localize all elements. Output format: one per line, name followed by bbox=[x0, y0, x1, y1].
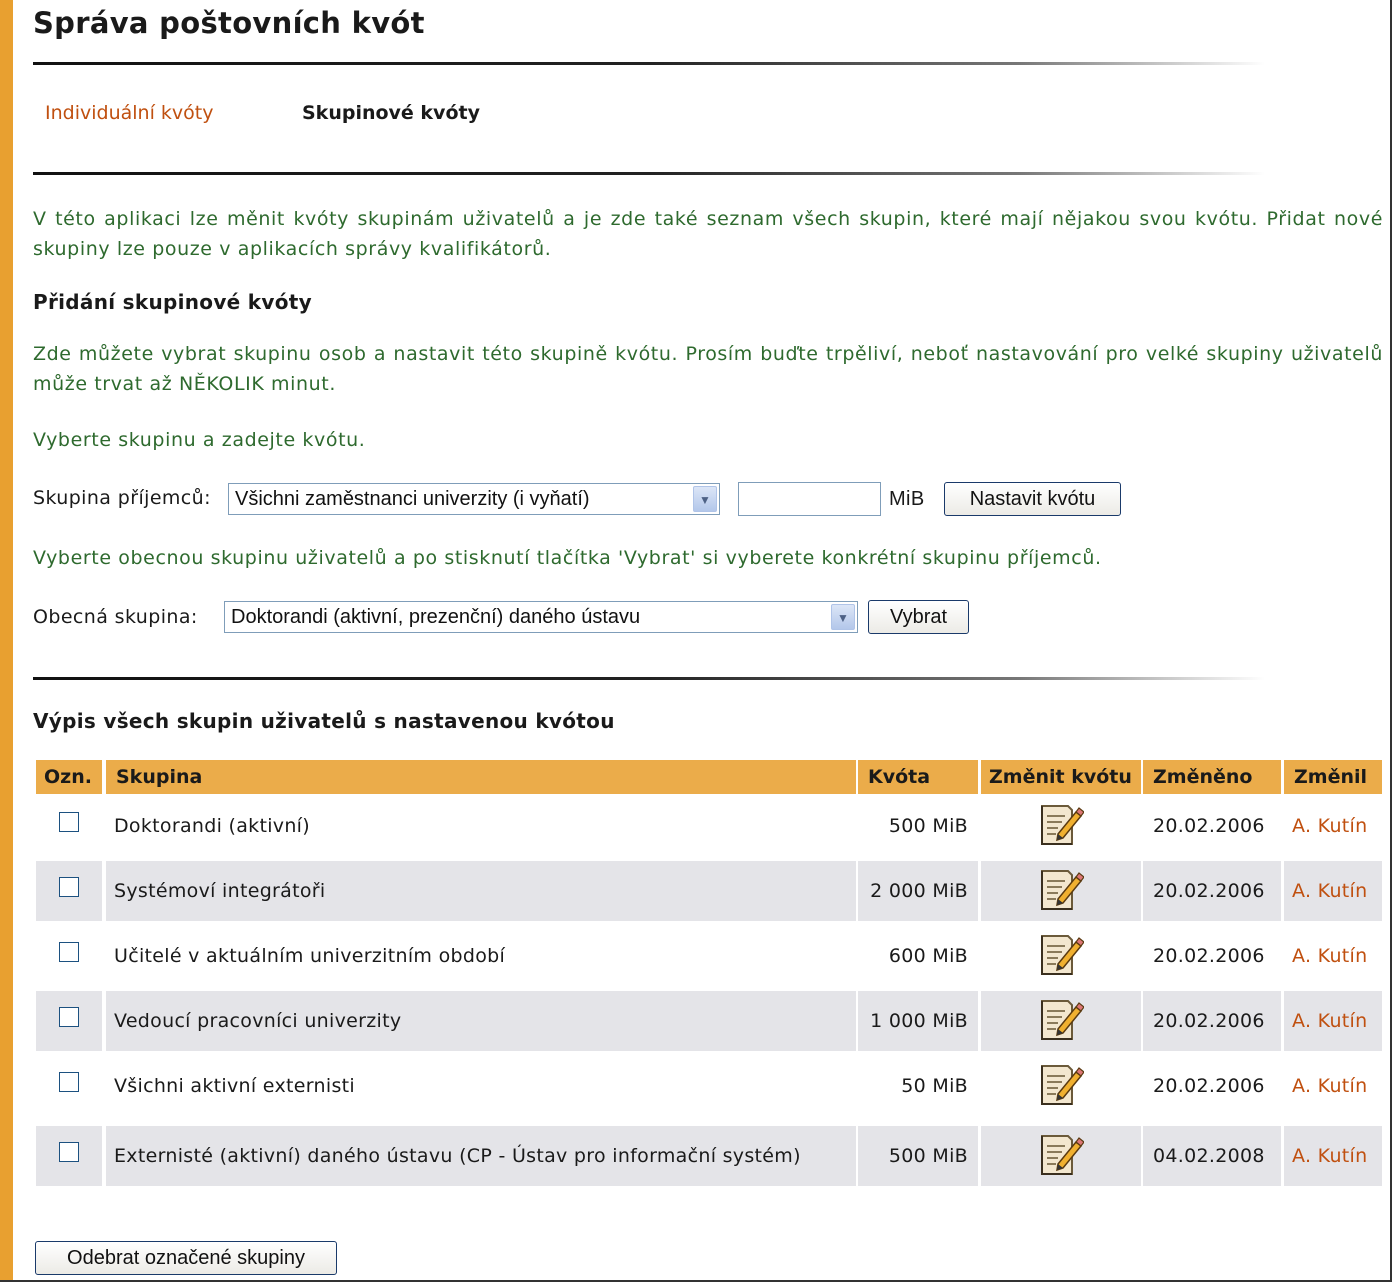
changed-by-cell[interactable]: A. Kutín bbox=[1284, 796, 1382, 856]
changed-by-cell[interactable]: A. Kutín bbox=[1284, 926, 1382, 986]
left-accent-bar bbox=[0, 0, 13, 1282]
mark-cell bbox=[36, 926, 102, 986]
tab-group-quotas[interactable]: Skupinové kvóty bbox=[302, 102, 480, 124]
row-select-checkbox[interactable] bbox=[59, 1072, 79, 1092]
edit-cell bbox=[981, 1056, 1141, 1116]
quota-cell: 50 MiB bbox=[901, 1075, 968, 1097]
row-select-checkbox[interactable] bbox=[59, 942, 79, 962]
add-section-instruction: Vyberte skupinu a zadejte kvótu. bbox=[33, 429, 366, 451]
row-select-checkbox[interactable] bbox=[59, 812, 79, 832]
add-section-heading: Přidání skupinové kvóty bbox=[33, 290, 312, 314]
group-cell: Systémoví integrátoři bbox=[106, 861, 856, 921]
chevron-down-icon[interactable]: ▼ bbox=[693, 486, 717, 512]
general-group-selected: Doktorandi (aktivní, prezenční) daného ú… bbox=[231, 606, 641, 628]
changed-date-cell: 20.02.2006 bbox=[1153, 945, 1265, 967]
changed-date-cell: 20.02.2006 bbox=[1143, 861, 1281, 921]
divider bbox=[33, 677, 1265, 680]
changed-date-cell: 20.02.2006 bbox=[1153, 1075, 1265, 1097]
remove-selected-groups-button[interactable]: Odebrat označené skupiny bbox=[35, 1241, 337, 1275]
table-row: Vedoucí pracovníci univerzity 1 000 MiB 20… bbox=[36, 991, 1382, 1051]
edit-note-icon[interactable] bbox=[1038, 865, 1084, 913]
mark-cell bbox=[36, 1126, 102, 1186]
column-header-changed: Změněno bbox=[1143, 760, 1281, 794]
quota-cell: 2 000 MiB bbox=[858, 861, 978, 921]
edit-cell bbox=[981, 926, 1141, 986]
tab-individual-quotas[interactable]: Individuální kvóty bbox=[45, 102, 213, 124]
general-group-label: Obecná skupina: bbox=[33, 606, 198, 628]
edit-note-icon[interactable] bbox=[1038, 930, 1084, 978]
table-row: Systémoví integrátoři 2 000 MiB 20.02.2006… bbox=[36, 861, 1382, 921]
changed-date-cell: 20.02.2006 bbox=[1153, 815, 1265, 837]
edit-cell bbox=[981, 796, 1141, 856]
mark-cell bbox=[36, 991, 102, 1051]
general-group-select[interactable]: Doktorandi (aktivní, prezenční) daného ú… bbox=[224, 601, 858, 633]
edit-note-icon[interactable] bbox=[1038, 995, 1084, 1043]
column-header-change-quota: Změnit kvótu bbox=[981, 760, 1141, 794]
row-select-checkbox[interactable] bbox=[59, 877, 79, 897]
quota-cell: 500 MiB bbox=[888, 815, 968, 837]
add-section-description: Zde můžete vybrat skupinu osob a nastavi… bbox=[33, 343, 1383, 395]
changed-date-cell: 04.02.2008 bbox=[1143, 1126, 1281, 1186]
quota-cell: 1 000 MiB bbox=[858, 991, 978, 1051]
quota-unit: MiB bbox=[889, 488, 925, 510]
group-cell: Učitelé v aktuálním univerzitním období bbox=[114, 945, 506, 967]
changed-by-cell[interactable]: A. Kutín bbox=[1284, 861, 1382, 921]
recipient-group-selected: Všichni zaměstnanci univerzity (i vyňatí… bbox=[235, 488, 590, 510]
edit-cell bbox=[981, 991, 1141, 1051]
edit-cell bbox=[981, 861, 1141, 921]
table-row: Externisté (aktivní) daného ústavu (CP -… bbox=[36, 1126, 1382, 1186]
changed-by-cell[interactable]: A. Kutín bbox=[1284, 991, 1382, 1051]
list-section-heading: Výpis všech skupin uživatelů s nastaveno… bbox=[33, 709, 615, 733]
general-group-instruction: Vyberte obecnou skupinu uživatelů a po s… bbox=[33, 547, 1102, 569]
intro-text: V této aplikaci lze měnit kvóty skupinám… bbox=[33, 208, 1383, 260]
group-cell: Vedoucí pracovníci univerzity bbox=[106, 991, 856, 1051]
edit-note-icon[interactable] bbox=[1038, 1130, 1084, 1178]
select-button[interactable]: Vybrat bbox=[868, 600, 969, 634]
recipient-group-label: Skupina příjemců: bbox=[33, 487, 211, 509]
column-header-changed-by: Změnil bbox=[1284, 760, 1382, 794]
changed-by-cell[interactable]: A. Kutín bbox=[1284, 1126, 1382, 1186]
mark-cell bbox=[36, 796, 102, 856]
mark-cell bbox=[36, 1056, 102, 1116]
quota-cell: 500 MiB bbox=[858, 1126, 978, 1186]
quota-cell: 600 MiB bbox=[888, 945, 968, 967]
divider bbox=[33, 62, 1265, 65]
group-cell: Doktorandi (aktivní) bbox=[114, 815, 310, 837]
divider bbox=[33, 172, 1265, 175]
table-row: Učitelé v aktuálním univerzitním období 6… bbox=[36, 926, 1382, 986]
edit-note-icon[interactable] bbox=[1038, 800, 1084, 848]
row-select-checkbox[interactable] bbox=[59, 1007, 79, 1027]
edit-note-icon[interactable] bbox=[1038, 1060, 1084, 1108]
changed-by-cell[interactable]: A. Kutín bbox=[1284, 1056, 1382, 1116]
table-row: Doktorandi (aktivní) 500 MiB 20.02.2006 A. … bbox=[36, 796, 1382, 856]
column-header-quota: Kvóta bbox=[858, 760, 978, 794]
group-cell: Externisté (aktivní) daného ústavu (CP -… bbox=[106, 1126, 856, 1186]
column-header-group: Skupina bbox=[106, 760, 856, 794]
chevron-down-icon[interactable]: ▼ bbox=[831, 604, 855, 630]
row-select-checkbox[interactable] bbox=[59, 1142, 79, 1162]
edit-cell bbox=[981, 1126, 1141, 1186]
set-quota-button[interactable]: Nastavit kvótu bbox=[944, 482, 1121, 516]
group-cell: Všichni aktivní externisti bbox=[114, 1075, 355, 1097]
changed-date-cell: 20.02.2006 bbox=[1143, 991, 1281, 1051]
mark-cell bbox=[36, 861, 102, 921]
recipient-group-select[interactable]: Všichni zaměstnanci univerzity (i vyňatí… bbox=[228, 483, 720, 515]
table-row: Všichni aktivní externisti 50 MiB 20.02.20… bbox=[36, 1056, 1382, 1116]
column-header-mark: Ozn. bbox=[36, 760, 102, 794]
quota-input[interactable] bbox=[738, 482, 881, 516]
page-title: Správa poštovních kvót bbox=[33, 6, 425, 40]
